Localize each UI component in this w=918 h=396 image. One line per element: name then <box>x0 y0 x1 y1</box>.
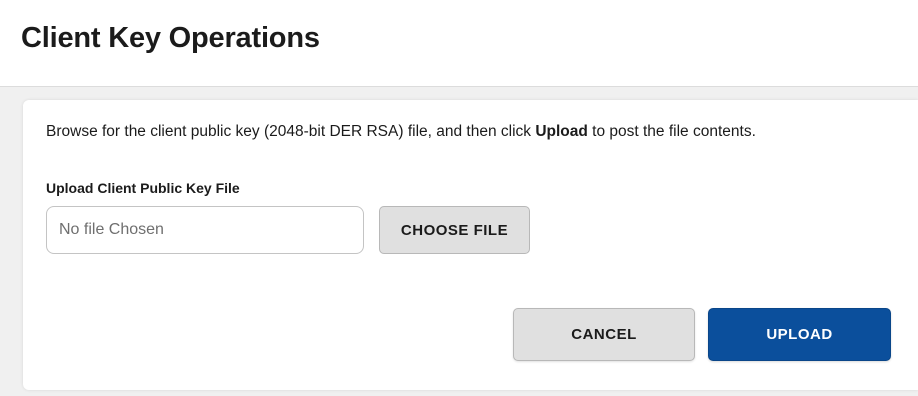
upload-button[interactable]: UPLOAD <box>708 308 891 361</box>
upload-field-label: Upload Client Public Key File <box>46 180 240 196</box>
client-key-operations-page: Client Key Operations Browse for the cli… <box>0 0 918 396</box>
cancel-button[interactable]: CANCEL <box>513 308 695 361</box>
instructions-text-after: to post the file contents. <box>587 123 756 140</box>
page-title: Client Key Operations <box>21 22 320 54</box>
upload-key-card: Browse for the client public key (2048-b… <box>23 100 918 390</box>
instructions-text-upload-emphasis: Upload <box>535 123 588 140</box>
file-name-input[interactable] <box>46 206 364 254</box>
instructions-text: Browse for the client public key (2048-b… <box>46 122 756 142</box>
choose-file-button[interactable]: CHOOSE FILE <box>379 206 530 254</box>
instructions-text-before: Browse for the client public key (2048-b… <box>46 123 536 140</box>
